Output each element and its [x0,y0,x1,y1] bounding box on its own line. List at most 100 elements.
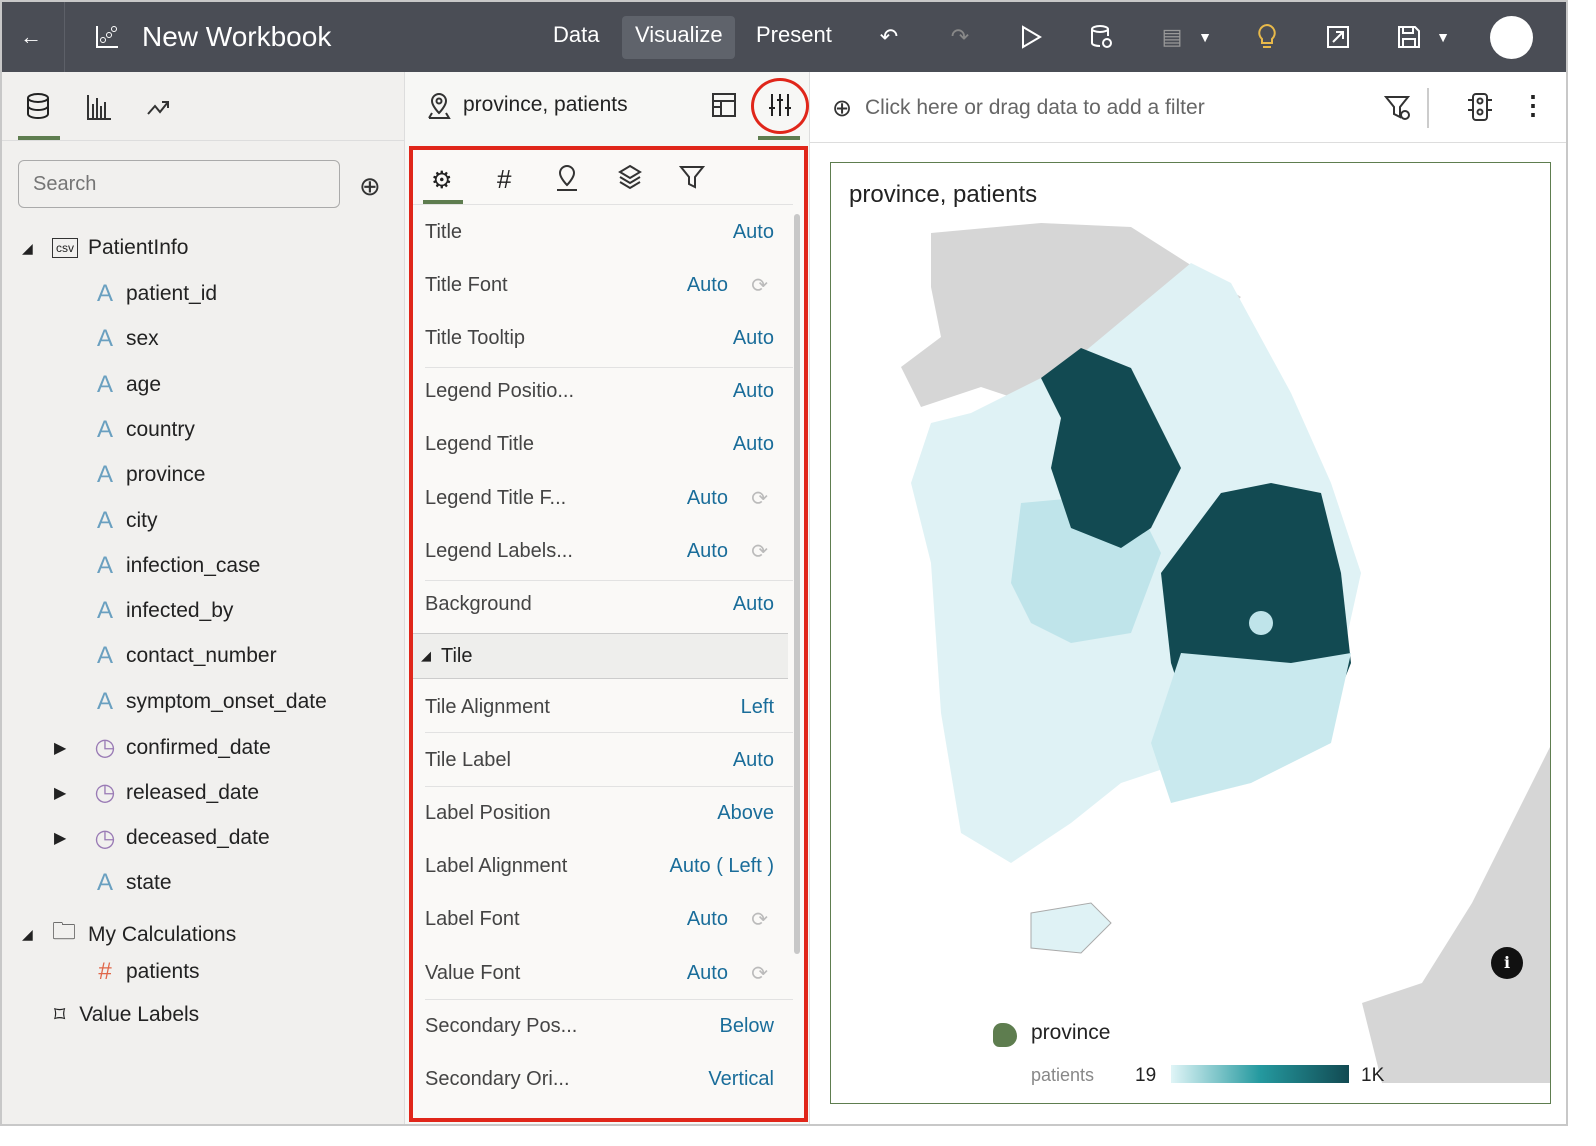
redo-icon[interactable]: ↷ [945,22,975,52]
property-value[interactable]: Auto [687,908,728,931]
field-item[interactable]: Apatient_id [90,280,217,308]
values-tab-hash-icon[interactable]: # [497,164,511,195]
property-value[interactable]: Left [741,696,774,719]
property-value[interactable]: Auto [687,274,728,297]
field-item[interactable]: Aage [90,371,161,399]
field-item[interactable]: Asex [90,325,159,353]
analytics-tab-icon[interactable] [146,98,172,123]
calc-item[interactable]: # patients [90,958,199,986]
dataset-patientinfo[interactable]: ◢ csv PatientInfo [22,236,188,260]
map-tab-pin-icon[interactable] [555,164,579,197]
grammar-panel-icon[interactable] [711,92,737,123]
property-row[interactable]: Title Auto [425,212,790,252]
property-row[interactable]: Legend Title F... Auto ⟳ [425,478,790,518]
field-item[interactable]: Ainfected_by [90,597,233,625]
property-value[interactable]: Auto [733,593,774,616]
narrate-icon[interactable]: ▤ [1157,22,1187,52]
avatar[interactable] [1490,16,1533,59]
field-item[interactable]: Acontact_number [90,642,277,670]
property-value[interactable]: Below [720,1015,774,1038]
tab-present[interactable]: Present [756,22,832,48]
layers-tab-icon[interactable] [617,164,643,195]
back-arrow-icon[interactable]: ← [16,22,46,52]
property-label: Secondary Pos... [425,1014,578,1037]
property-row[interactable]: Label Alignment Auto ( Left ) [425,847,790,887]
reset-icon[interactable]: ⟳ [751,907,768,932]
tab-visualize[interactable]: Visualize [635,22,723,48]
property-row[interactable]: Legend Title Auto [425,425,790,465]
filter-settings-icon[interactable] [1383,94,1412,127]
data-tab-database-icon[interactable] [24,92,52,125]
tab-data[interactable]: Data [553,22,599,48]
property-row[interactable]: Value Font Auto ⟳ [425,953,790,993]
property-value[interactable]: Auto [733,327,774,350]
field-item[interactable]: Acountry [90,416,195,444]
export-icon[interactable] [1323,22,1353,52]
reset-icon[interactable]: ⟳ [751,961,768,986]
property-value[interactable]: Auto [733,221,774,244]
traffic-light-icon[interactable] [1466,92,1494,127]
reset-icon[interactable]: ⟳ [751,486,768,511]
play-icon[interactable] [1016,22,1046,52]
add-filter-icon[interactable]: ⊕ [832,94,852,123]
legend-gradient [1171,1065,1349,1083]
value-labels-item[interactable]: ⌑ Value Labels [54,1002,199,1028]
property-value[interactable]: Auto [733,380,774,403]
property-row[interactable]: Tile Label Auto [425,740,790,780]
property-value[interactable]: Auto [687,487,728,510]
property-value[interactable]: Auto ( Left ) [670,855,775,878]
field-item[interactable]: Astate [90,869,172,897]
property-value[interactable]: Auto [733,433,774,456]
property-row[interactable]: Tile Alignment Left [425,687,790,727]
property-row[interactable]: Legend Labels... Auto ⟳ [425,531,790,571]
refresh-data-icon[interactable] [1086,22,1116,52]
field-item[interactable]: Acity [90,507,158,535]
info-icon[interactable]: i [1491,947,1523,979]
property-row[interactable]: Secondary Pos... Below [425,1006,790,1046]
choropleth-map[interactable] [831,163,1551,1104]
property-row[interactable]: Background Auto [425,584,790,624]
general-tab-gear-icon[interactable]: ⚙ [431,166,453,195]
filter-tab-icon[interactable] [678,164,706,195]
reset-icon[interactable]: ⟳ [751,539,768,564]
property-row[interactable]: Label Position Above [425,793,790,833]
field-item[interactable]: Ainfection_case [90,552,260,580]
field-item[interactable]: Aprovince [90,461,205,489]
reset-icon[interactable]: ⟳ [751,273,768,298]
dataset-label: PatientInfo [88,236,189,259]
expand-arrow-icon[interactable]: ▶ [54,783,66,803]
lightbulb-icon[interactable] [1252,22,1282,52]
property-value[interactable]: Vertical [708,1068,774,1091]
tile-section-header[interactable]: ◢ Tile [413,633,788,679]
my-calculations-folder[interactable]: ◢ 🗀 My Calculations [22,914,236,955]
more-options-icon[interactable]: ⋮ [1520,90,1546,121]
field-item[interactable]: ▶ ◷ released_date [54,778,259,807]
save-dropdown-icon[interactable]: ▼ [1428,22,1458,52]
property-label: Legend Labels... [425,539,573,562]
property-row[interactable]: Title Tooltip Auto [425,318,790,358]
narrate-dropdown-icon[interactable]: ▼ [1190,22,1220,52]
property-value[interactable]: Auto [733,749,774,772]
property-value[interactable]: Above [717,802,774,825]
undo-icon[interactable]: ↶ [874,22,904,52]
expand-arrow-icon[interactable]: ▶ [54,828,66,848]
property-value[interactable]: Auto [687,540,728,563]
search-input[interactable] [18,160,340,208]
add-data-icon[interactable]: ⊕ [359,171,381,202]
property-row[interactable]: Secondary Lab... Auto ⟳ [425,1113,790,1122]
field-item[interactable]: ▶ ◷ confirmed_date [54,733,271,762]
scrollbar[interactable] [794,214,800,954]
property-row[interactable]: Secondary Ori... Vertical [425,1059,790,1099]
visualizations-tab-icon[interactable] [86,94,112,125]
property-value[interactable]: Auto [687,1121,728,1122]
field-item[interactable]: ▶ ◷ deceased_date [54,824,270,853]
property-row[interactable]: Title Font Auto ⟳ [425,265,790,305]
property-row[interactable]: Label Font Auto ⟳ [425,900,790,940]
expand-arrow-icon[interactable]: ▶ [54,738,66,758]
field-item[interactable]: Asymptom_onset_date [90,688,327,716]
save-icon[interactable] [1394,22,1424,52]
filter-bar[interactable]: Click here or drag data to add a filter [865,96,1205,120]
reset-icon[interactable]: ⟳ [751,1120,768,1122]
property-row[interactable]: Legend Positio... Auto [425,372,790,412]
property-value[interactable]: Auto [687,962,728,985]
